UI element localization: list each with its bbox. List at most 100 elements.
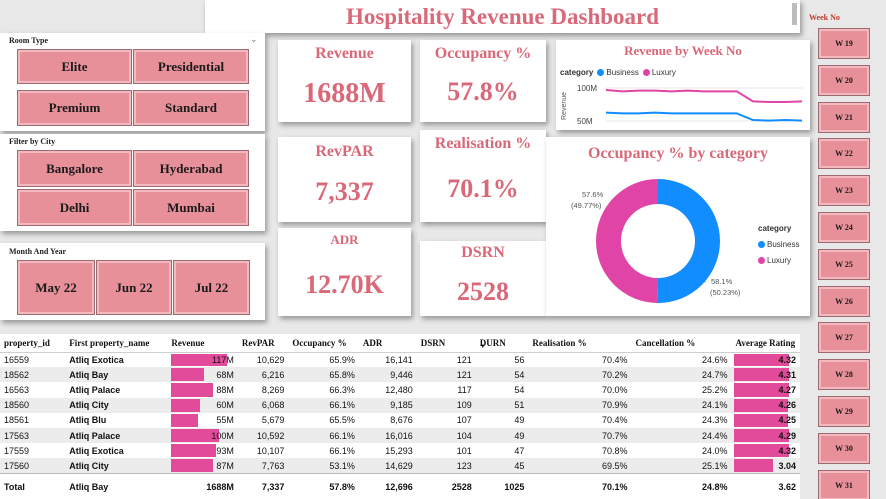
cell-occupancy: 66.3% — [288, 382, 359, 398]
cell-revpar: 8,269 — [237, 382, 289, 398]
col-realisation[interactable]: Realisation % — [528, 334, 632, 353]
col-dsrn[interactable]: DSRN — [416, 334, 476, 353]
week-tile[interactable]: W 28 — [818, 359, 870, 391]
dashboard-title-card: Hospitality Revenue Dashboard — [205, 0, 800, 33]
table-row[interactable]: 17559 Atliq Exotica 93M 10,107 66.1% 15,293 10… — [0, 443, 800, 459]
donut-label-business-value: 58.1% — [711, 277, 733, 286]
revenue-databar — [171, 459, 213, 472]
kpi-revpar-label: RevPAR — [315, 143, 374, 160]
kpi-occupancy-value: 57.8% — [447, 77, 519, 106]
donut-chart-legend: category Business Luxury — [758, 221, 799, 269]
cell-cancellation: 24.1% — [631, 397, 732, 413]
cell-realisation: 70.8% — [528, 443, 632, 459]
cell-cancellation: 24.3% — [631, 412, 732, 428]
table-row[interactable]: 18562 Atliq Bay 68M 6,216 65.8% 9,446 121 54 70.… — [0, 367, 800, 383]
kpi-realisation-card: Realisation % 70.1% — [420, 130, 546, 222]
cell-revenue-value: 55M — [216, 415, 234, 426]
cell-realisation: 69.5% — [528, 458, 632, 474]
col-adr[interactable]: ADR — [358, 334, 417, 353]
cell-rating-value: 4.27 — [778, 384, 796, 395]
table-row[interactable]: 16559 Atliq Exotica 117M 10,629 65.9% 16,141 1… — [0, 352, 800, 368]
col-average-rating[interactable]: Average Rating — [731, 334, 800, 353]
cell-average-rating: 3.04 — [731, 458, 800, 474]
table-row[interactable]: 18561 Atliq Blu 55M 5,679 65.5% 8,676 107 49 70.… — [0, 412, 800, 428]
cell-dsrn: 107 — [416, 412, 476, 428]
week-tile[interactable]: W 21 — [818, 101, 870, 133]
week-tile[interactable]: W 26 — [818, 285, 870, 317]
week-tile[interactable]: W 25 — [818, 248, 870, 280]
cell-property-name: Atliq Bay — [65, 367, 168, 383]
cell-revenue: 60M — [167, 397, 238, 413]
cell-revenue: 55M — [167, 412, 238, 428]
title-scrollbar[interactable] — [792, 3, 797, 25]
cell-property-id: 16563 — [0, 382, 66, 398]
room-type-tile-presidential[interactable]: Presidential — [133, 49, 249, 84]
col-occupancy[interactable]: Occupancy % — [288, 334, 359, 353]
cell-durn: 54 — [475, 382, 529, 398]
table-row[interactable]: 17560 Atliq City 87M 7,763 53.1% 14,629 123 45 6… — [0, 458, 800, 474]
sort-down-icon[interactable]: ▼ — [480, 344, 486, 350]
month-tile-may-22[interactable]: May 22 — [17, 260, 95, 315]
table-row[interactable]: 18560 Atliq City 60M 6,068 66.1% 9,185 109 51 70… — [0, 397, 800, 413]
cell-rating-value: 4.26 — [778, 400, 796, 411]
line-chart-plot: Revenue 100M 50M — [561, 84, 804, 126]
cell-property-name: Atliq Exotica — [65, 443, 168, 459]
cell-cancellation: 24.7% — [631, 367, 732, 383]
line-series-luxury[interactable] — [605, 89, 803, 103]
week-tile[interactable]: W 24 — [818, 212, 870, 243]
city-tile-delhi[interactable]: Delhi — [17, 189, 132, 226]
week-tile[interactable]: W 23 — [818, 175, 870, 207]
cell-adr: 12,480 — [358, 382, 417, 398]
cell-adr: 9,185 — [358, 397, 417, 413]
week-tile[interactable]: W 29 — [818, 396, 870, 427]
city-slicer: Filter by City Bangalore Hyderabad Delhi… — [0, 134, 265, 231]
cell-durn: 47 — [475, 443, 529, 459]
city-tile-bangalore[interactable]: Bangalore — [17, 150, 132, 187]
room-type-tile-standard[interactable]: Standard — [133, 90, 249, 126]
cell-property-name: Atliq Blu — [65, 412, 168, 428]
room-type-tile-premium[interactable]: Premium — [17, 90, 132, 126]
col-cancellation[interactable]: Cancellation % — [631, 334, 732, 353]
col-property-id[interactable]: property_id — [0, 334, 66, 353]
line-series-business[interactable] — [605, 111, 803, 122]
week-tile[interactable]: W 22 — [818, 138, 870, 170]
cell-property-id: 18560 — [0, 397, 66, 413]
col-revpar[interactable]: RevPAR — [237, 334, 289, 353]
cell-property-id: 17559 — [0, 443, 66, 459]
cell-rating-value: 4.32 — [778, 354, 796, 365]
cell-adr: 16,016 — [358, 427, 417, 444]
week-tile[interactable]: W 19 — [818, 28, 870, 59]
cell-dsrn: 121 — [416, 367, 476, 383]
kpi-revenue-label: Revenue — [315, 45, 374, 62]
month-tile-jun-22[interactable]: Jun 22 — [96, 260, 172, 315]
col-property-name[interactable]: First property_name — [65, 334, 168, 353]
week-tile[interactable]: W 27 — [818, 322, 870, 354]
business-legend-dot — [758, 241, 765, 248]
donut-label-luxury-value: 57.6% — [582, 190, 604, 199]
week-tile[interactable]: W 20 — [818, 64, 870, 96]
city-tile-hyderabad[interactable]: Hyderabad — [133, 150, 249, 187]
city-slicer-title: Filter by City — [9, 137, 56, 146]
col-durn[interactable]: DURN ▼ — [475, 334, 529, 353]
table-row[interactable]: 16563 Atliq Palace 88M 8,269 66.3% 12,480 117 5… — [0, 382, 800, 398]
cell-revenue-value: 60M — [216, 400, 234, 411]
chevron-down-icon[interactable]: ⌄ — [250, 35, 258, 45]
revenue-databar — [171, 368, 204, 382]
table-row[interactable]: 17563 Atliq Palace 100M 10,592 66.1% 16,016 10… — [0, 427, 800, 444]
room-type-tile-elite[interactable]: Elite — [17, 49, 132, 84]
week-tile[interactable]: W 31 — [818, 469, 870, 499]
line-y-tick-50m: 50M — [577, 117, 593, 126]
cell-rating-value: 4.32 — [778, 445, 796, 456]
donut-slice-luxury[interactable] — [595, 179, 658, 303]
luxury-legend-dot — [758, 257, 765, 264]
cell-property-name: Atliq Palace — [65, 382, 168, 398]
cell-durn: 56 — [475, 352, 529, 368]
month-tile-jul-22[interactable]: Jul 22 — [173, 260, 250, 315]
revenue-by-week-chart: Revenue by Week No category Business Luxur… — [556, 40, 810, 130]
week-tile[interactable]: W 30 — [818, 432, 870, 464]
kpi-realisation-label: Realisation % — [434, 135, 532, 152]
cell-adr: 8,676 — [358, 412, 417, 428]
city-tile-mumbai[interactable]: Mumbai — [133, 189, 249, 226]
col-revenue[interactable]: Revenue — [167, 334, 238, 353]
cell-realisation: 70.7% — [528, 427, 632, 444]
